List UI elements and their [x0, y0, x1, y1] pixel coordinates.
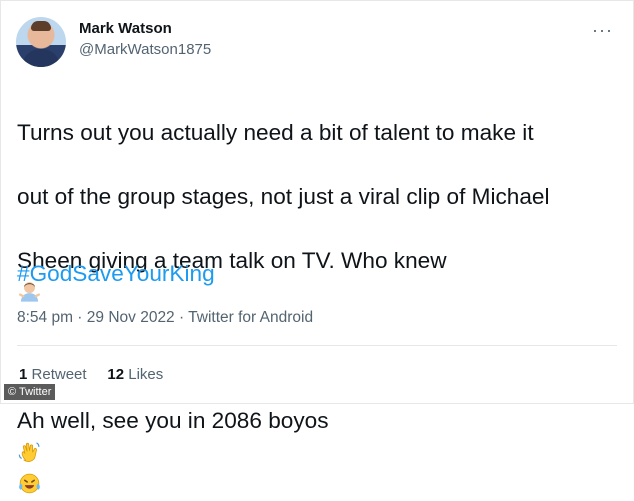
hashtag-link[interactable]: #GodSaveYourKing	[17, 261, 215, 287]
divider	[17, 345, 617, 346]
avatar[interactable]	[16, 17, 66, 67]
face-with-tears-of-joy-icon	[19, 473, 40, 494]
likes-count: 12	[107, 366, 125, 383]
retweet-stat[interactable]: 1 Retweet	[19, 366, 87, 383]
avatar-shirt	[22, 49, 60, 67]
likes-label: Likes	[128, 366, 164, 383]
username-handle[interactable]: @MarkWatson1875	[79, 41, 211, 58]
tweet-metadata[interactable]: 8:54 pm · 29 Nov 2022 · Twitter for Andr…	[17, 309, 313, 327]
waving-hand-icon	[18, 442, 40, 462]
tweet-line-2: out of the group stages, not just a vira…	[17, 184, 550, 209]
tweet-line-4: Ah well, see you in 2086 boyos	[17, 408, 329, 433]
retweet-count: 1	[19, 366, 28, 383]
engagement-stats: 1 Retweet 12 Likes	[19, 366, 163, 383]
likes-stat[interactable]: 12 Likes	[107, 366, 163, 383]
twitter-watermark: © Twitter	[4, 384, 56, 400]
retweet-label: Retweet	[31, 366, 87, 383]
avatar-hair	[31, 21, 51, 31]
more-options-icon[interactable]: ···	[592, 20, 613, 41]
display-name[interactable]: Mark Watson	[79, 20, 172, 37]
tweet-card: Mark Watson @MarkWatson1875 ··· Turns ou…	[0, 0, 634, 494]
tweet-line-1: Turns out you actually need a bit of tal…	[17, 120, 534, 145]
tweet-text: Turns out you actually need a bit of tal…	[17, 85, 617, 501]
